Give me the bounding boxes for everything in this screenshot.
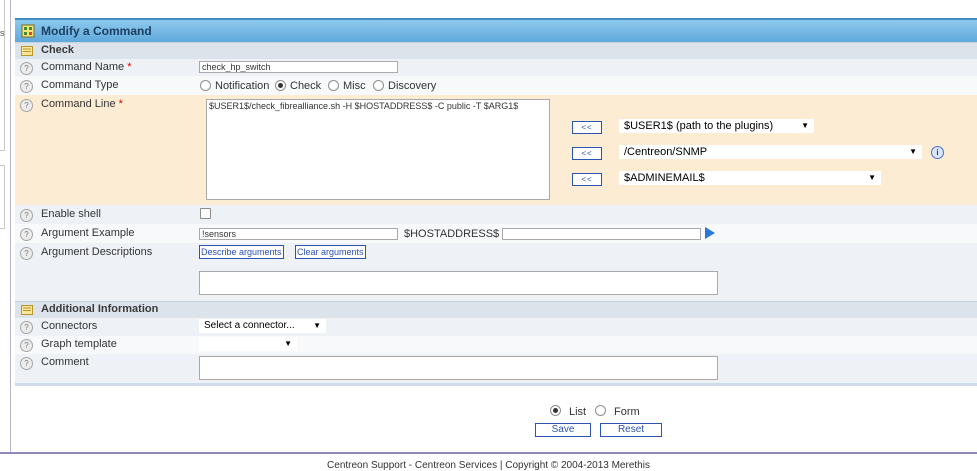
section-check-title: Check: [41, 44, 75, 56]
radio-notification[interactable]: [200, 80, 211, 91]
comment-label: Comment: [41, 356, 89, 368]
graph-template-label: Graph template: [41, 338, 117, 350]
radio-mode-form-label: Form: [614, 406, 640, 418]
notepad-icon: [21, 305, 33, 315]
hostaddress-input[interactable]: [502, 228, 701, 240]
row-argument-descriptions: ? Argument Descriptions Describe argumen…: [15, 243, 977, 302]
commands-icon: [21, 24, 35, 38]
form-bottom-border: [15, 383, 977, 386]
row-graph-template: ? Graph template ▼: [15, 336, 977, 354]
radio-discovery[interactable]: [373, 80, 384, 91]
help-icon[interactable]: ?: [20, 209, 33, 222]
left-panel-edge: [0, 0, 5, 151]
save-button[interactable]: Save: [535, 423, 591, 437]
section-additional-information: Additional Information: [15, 301, 977, 318]
row-argument-example: ? Argument Example $HOSTADDRESS$: [15, 224, 977, 243]
dropdown-arrow-icon: ▼: [313, 321, 321, 330]
radio-mode-list-label: List: [569, 406, 587, 418]
dropdown-arrow-icon: ▼: [909, 147, 917, 156]
help-icon[interactable]: ?: [20, 321, 33, 334]
radio-discovery-label: Discovery: [388, 80, 437, 92]
play-icon[interactable]: [705, 227, 715, 239]
connectors-select[interactable]: Select a connector... ▼: [199, 319, 326, 333]
clear-arguments-button[interactable]: Clear arguments: [295, 245, 366, 259]
section-additional-title: Additional Information: [41, 303, 159, 315]
notepad-icon: [21, 46, 33, 56]
insert-user1-button[interactable]: <<: [572, 121, 602, 134]
argument-descriptions-label: Argument Descriptions: [41, 246, 153, 258]
left-panel-fragment: s: [0, 28, 5, 38]
help-icon[interactable]: ?: [20, 247, 33, 260]
comment-textarea[interactable]: [199, 356, 718, 380]
insert-resource-button[interactable]: <<: [572, 147, 602, 160]
macro-select-admin[interactable]: $ADMINEMAIL$ ▼: [619, 171, 881, 185]
row-command-type: ? Command Type Notification Check Misc D…: [15, 76, 977, 95]
left-divider: [10, 0, 11, 452]
radio-mode-list[interactable]: [550, 405, 561, 416]
enable-shell-label: Enable shell: [41, 208, 101, 220]
command-form: Modify a Command Check ? Command Name * …: [15, 18, 977, 386]
hostaddress-label: $HOSTADDRESS$: [404, 228, 500, 240]
dropdown-arrow-icon: ▼: [284, 339, 292, 348]
help-icon[interactable]: ?: [20, 99, 33, 112]
help-icon[interactable]: ?: [20, 80, 33, 93]
reset-button[interactable]: Reset: [600, 423, 662, 437]
left-panel-edge-lower: [0, 165, 5, 229]
help-icon[interactable]: ?: [20, 62, 33, 75]
radio-check-label: Check: [290, 80, 322, 92]
enable-shell-checkbox[interactable]: [200, 208, 211, 219]
footer-copyright: Centreon Support - Centreon Services | C…: [327, 460, 650, 471]
row-comment: ? Comment: [15, 354, 977, 383]
form-title-bar: Modify a Command: [15, 18, 977, 42]
radio-notification-label: Notification: [215, 80, 270, 92]
macro-select-resource[interactable]: /Centreon/SNMP ▼: [619, 145, 922, 159]
info-icon[interactable]: i: [931, 146, 944, 159]
help-icon[interactable]: ?: [20, 228, 33, 241]
help-icon[interactable]: ?: [20, 357, 33, 370]
command-name-label: Command Name *: [41, 61, 132, 73]
footer-divider: [0, 452, 977, 454]
command-name-input[interactable]: [199, 61, 398, 73]
row-command-name: ? Command Name *: [15, 59, 977, 76]
graph-template-select[interactable]: ▼: [199, 337, 297, 351]
insert-admin-email-button[interactable]: <<: [572, 173, 602, 186]
section-check: Check: [15, 42, 977, 59]
command-line-textarea[interactable]: $USER1$/check_fibrealliance.sh -H $HOSTA…: [206, 99, 550, 200]
describe-arguments-button[interactable]: Describe arguments: [199, 245, 284, 259]
radio-misc-label: Misc: [343, 80, 366, 92]
help-icon[interactable]: ?: [20, 339, 33, 352]
row-connectors: ? Connectors Select a connector... ▼: [15, 318, 977, 336]
row-enable-shell: ? Enable shell: [15, 205, 977, 224]
connectors-label: Connectors: [41, 320, 98, 332]
macro-select-plugins[interactable]: $USER1$ (path to the plugins) ▼: [619, 119, 814, 133]
radio-check[interactable]: [275, 80, 286, 91]
command-type-label: Command Type: [41, 79, 119, 91]
argument-example-input[interactable]: [199, 228, 398, 240]
dropdown-arrow-icon: ▼: [868, 173, 876, 182]
radio-mode-form[interactable]: [595, 405, 606, 416]
radio-misc[interactable]: [328, 80, 339, 91]
page-title: Modify a Command: [41, 24, 152, 38]
command-line-label: Command Line *: [41, 98, 123, 110]
dropdown-arrow-icon: ▼: [801, 121, 809, 130]
argument-descriptions-textarea[interactable]: [199, 271, 718, 295]
argument-example-label: Argument Example: [41, 227, 135, 239]
row-command-line: ? Command Line * $USER1$/check_fibrealli…: [15, 95, 977, 205]
